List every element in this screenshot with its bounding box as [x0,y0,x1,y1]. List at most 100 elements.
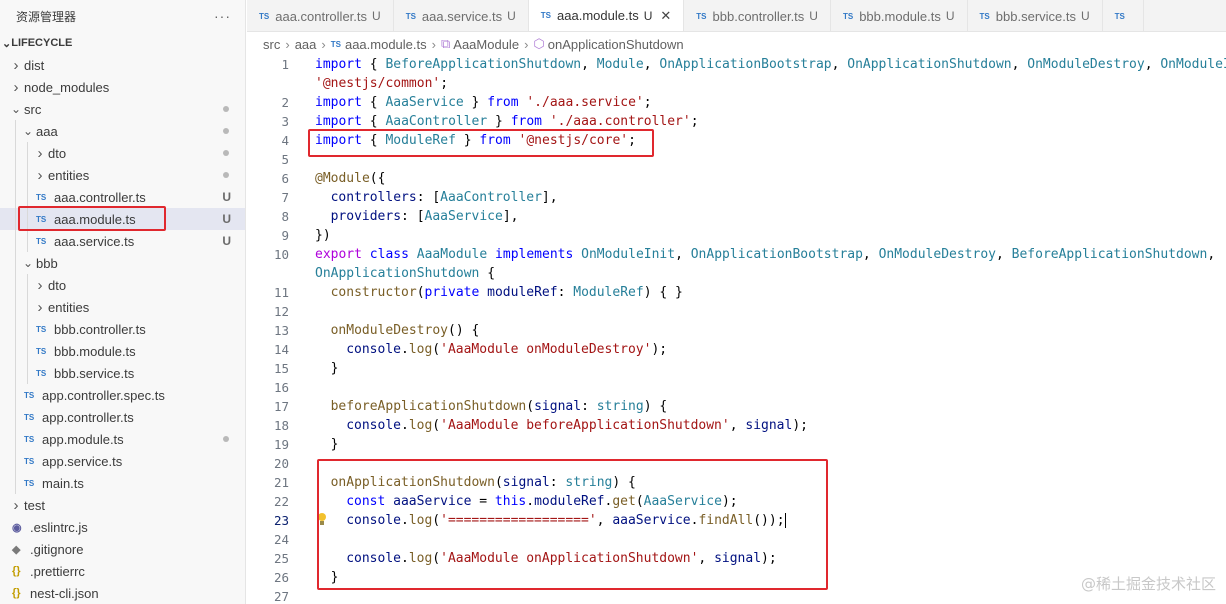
project-root[interactable]: ⌄ LIFECYCLE [0,32,245,54]
tree-item-label: dto [48,277,67,293]
code-token: . [400,342,409,357]
indent-guide [15,252,16,274]
code-token: , [1207,247,1216,262]
tab[interactable]: TS bbb.service.ts U [968,0,1103,31]
tree-item[interactable]: › dto [0,274,245,296]
indent-guide [15,164,16,186]
line-number: 9 [281,228,289,243]
code-token: string [596,399,644,414]
tree-item[interactable]: TS app.controller.ts [0,406,245,428]
tree-item[interactable]: {} .prettierrc [0,560,245,582]
code-token: Module [596,57,644,72]
code-token: export [315,247,362,262]
tree-item-label: aaa.controller.ts [54,189,146,205]
code-token: OnModuleInit [1160,57,1226,72]
code-token: : [557,285,574,300]
tree-item[interactable]: TS aaa.service.ts U [0,230,245,252]
tab[interactable]: TS bbb.module.ts U [831,0,968,31]
code-line: 18 console.log('AaaModule beforeApplicati… [247,416,1226,435]
chevron-right-icon: › [321,36,326,52]
tree-item[interactable]: {} nest-cli.json [0,582,245,604]
typescript-icon: TS [979,11,990,21]
tree-item[interactable]: › dto [0,142,245,164]
code-token: AaaController [385,114,488,129]
chevron-down-icon: ⌄ [22,124,34,138]
code-text: @Module({ [315,169,385,188]
code-token: constructor [330,285,417,300]
tree-item[interactable]: TS bbb.service.ts [0,362,245,384]
tree-item[interactable]: ◉ .eslintrc.js [0,516,245,538]
indent-guide [15,362,16,384]
tree-item[interactable]: › dist [0,54,245,76]
code-token: BeforeApplicationShutdown [385,57,582,72]
breadcrumb-item[interactable]: AaaModule [453,37,519,52]
line-number: 15 [273,361,289,376]
close-icon[interactable]: ✕ [660,8,671,24]
git-status-badge: U [222,234,231,248]
tree-item[interactable]: › node_modules [0,76,245,98]
indent-guide [27,318,28,340]
tab[interactable]: TS bbb.controller.ts U [684,0,831,31]
tree-item[interactable]: ◆ .gitignore [0,538,245,560]
tree-item[interactable]: ⌄ aaa [0,120,245,142]
tab-git-status: U [1080,9,1090,23]
json-file-icon: {} [12,565,21,577]
tree-item[interactable]: TS bbb.controller.ts [0,318,245,340]
tree-item[interactable]: TS app.module.ts [0,428,245,450]
code-text: onModuleDestroy() { [331,321,480,340]
code-token: OnModuleDestroy [878,247,996,262]
tree-item[interactable]: ⌄ src [0,98,245,120]
code-token: ( [526,399,535,414]
tree-item[interactable]: TS app.service.ts [0,450,245,472]
tree-item-label: bbb [36,255,58,271]
code-token: () { [448,323,480,338]
tree-item[interactable]: TS app.controller.spec.ts [0,384,245,406]
tree-item[interactable]: › test [0,494,245,516]
ts-file-icon: TS [24,456,35,466]
tree-item[interactable]: TS aaa.controller.ts U [0,186,245,208]
tab[interactable]: TS aaa.controller.ts U [247,0,394,31]
code-token: }) [315,228,331,243]
indent-guide [15,274,16,296]
tab[interactable]: TS aaa.service.ts U [394,0,529,31]
line-number: 24 [273,532,289,547]
class-symbol-icon: ⧉ [440,36,451,51]
tree-item[interactable]: ⌄ bbb [0,252,245,274]
tree-item[interactable]: TS main.ts [0,472,245,494]
code-line: 8 providers: [AaaService], [247,207,1226,226]
breadcrumb-item[interactable]: src [263,37,280,52]
code-token: beforeApplicationShutdown [330,399,527,414]
code-text: import { BeforeApplicationShutdown, Modu… [315,55,1226,74]
ts-file-icon: TS [36,368,47,378]
code-token: } [487,114,511,129]
tab[interactable]: TS [1103,0,1144,31]
breadcrumb-item[interactable]: onApplicationShutdown [548,37,684,52]
breadcrumb-item[interactable]: aaa [295,37,317,52]
tree-item[interactable]: › entities [0,296,245,318]
ts-file-icon: TS [36,192,47,202]
indent-guide [15,428,16,450]
tab-git-status: U [809,9,818,23]
line-number: 3 [281,114,289,129]
indent-guide [15,450,16,472]
chevron-right-icon: › [37,166,43,184]
more-actions-icon[interactable]: ··· [214,8,231,24]
code-token: ({ [369,171,386,186]
indent-guide [15,318,16,340]
indent-guide [27,274,28,296]
tab-active[interactable]: TS aaa.module.ts U ✕ [528,0,685,31]
code-token: , [862,247,879,262]
code-line: 2 import { AaaService } from './aaa.servi… [247,93,1226,112]
code-token: , [729,418,746,433]
ts-file-icon: TS [24,478,35,488]
typescript-icon: TS [540,11,552,20]
line-number: 18 [273,418,289,433]
code-text: } [331,435,339,454]
tree-item[interactable]: › entities [0,164,245,186]
chevron-down-icon: ⌄ [10,102,22,116]
breadcrumb-item[interactable]: aaa.module.ts [345,37,427,52]
code-token: moduleRef [487,285,558,300]
code-line: 19} [247,435,1226,454]
tree-item[interactable]: TS bbb.module.ts [0,340,245,362]
